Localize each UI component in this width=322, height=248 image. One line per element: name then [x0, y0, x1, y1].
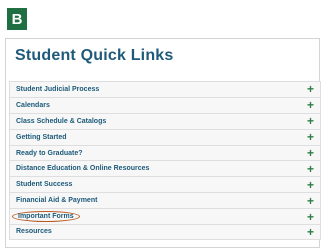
accordion-item-label: Student Judicial Process — [16, 85, 100, 93]
accordion-item-label: Student Success — [16, 181, 73, 189]
plus-icon[interactable]: + — [307, 115, 314, 127]
plus-icon[interactable]: + — [307, 163, 314, 175]
accordion-item-getting-started[interactable]: Getting Started + — [9, 128, 321, 145]
plus-icon[interactable]: + — [307, 83, 314, 95]
accordion-item-label: Ready to Graduate? — [16, 149, 83, 157]
accordion-item-ready-to-graduate[interactable]: Ready to Graduate? + — [9, 144, 321, 161]
accordion-item-class-schedule-catalogs[interactable]: Class Schedule & Catalogs + — [9, 112, 321, 129]
quick-links-panel: Student Quick Links Student Judicial Pro… — [5, 38, 321, 248]
accordion-item-label: Resources — [16, 228, 52, 236]
plus-icon[interactable]: + — [307, 147, 314, 159]
accordion-item-distance-education[interactable]: Distance Education & Online Resources + — [9, 160, 321, 177]
plus-icon[interactable]: + — [307, 195, 314, 207]
accordion-item-financial-aid-payment[interactable]: Financial Aid & Payment + — [9, 192, 321, 209]
accordion-item-label: Distance Education & Online Resources — [16, 165, 150, 173]
accordion-item-label-highlighted: Important Forms — [12, 211, 80, 223]
accordion-item-important-forms[interactable]: Important Forms + — [9, 208, 321, 225]
accordion-item-resources[interactable]: Resources + — [9, 224, 321, 240]
page-title: Student Quick Links — [15, 47, 174, 64]
accordion-item-student-judicial-process[interactable]: Student Judicial Process + — [9, 81, 321, 97]
accordion-item-label: Class Schedule & Catalogs — [16, 117, 107, 125]
accordion-item-label: Getting Started — [16, 133, 67, 141]
figure-label-badge: B — [7, 8, 27, 30]
plus-icon[interactable]: + — [307, 131, 314, 143]
plus-icon[interactable]: + — [307, 211, 314, 223]
accordion-item-student-success[interactable]: Student Success + — [9, 176, 321, 193]
plus-icon[interactable]: + — [307, 226, 314, 238]
plus-icon[interactable]: + — [307, 179, 314, 191]
quick-links-list: Student Judicial Process + Calendars + C… — [9, 81, 321, 240]
plus-icon[interactable]: + — [307, 99, 314, 111]
accordion-item-label: Calendars — [16, 101, 50, 109]
accordion-item-label: Financial Aid & Payment — [16, 197, 98, 205]
accordion-item-calendars[interactable]: Calendars + — [9, 96, 321, 113]
